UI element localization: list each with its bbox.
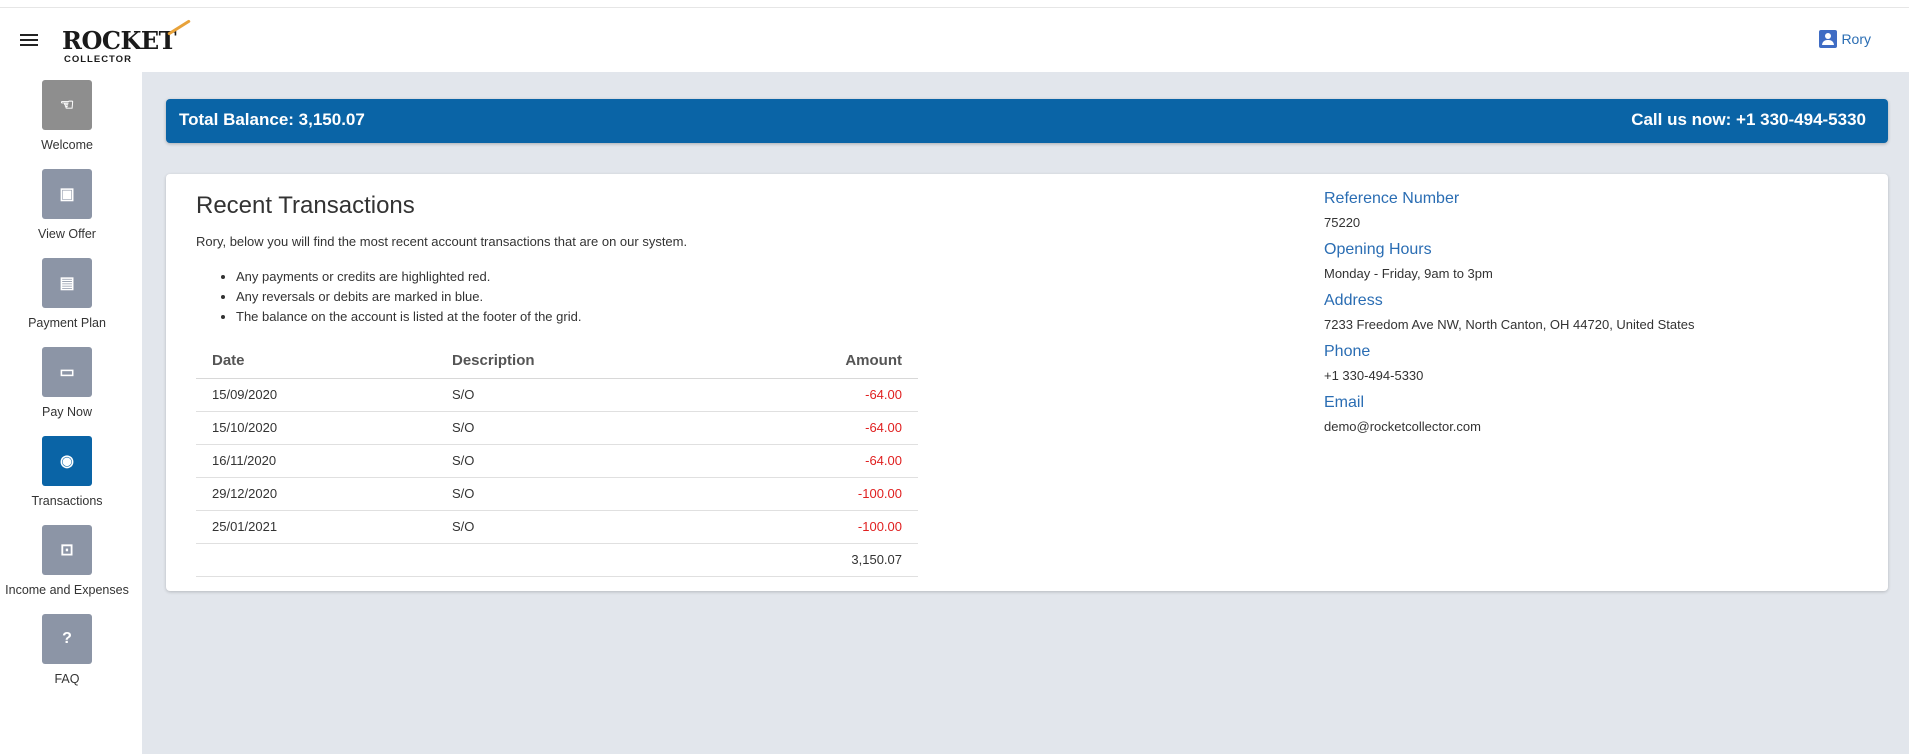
cell-amount: -64.00 (716, 378, 918, 412)
column-header-amount[interactable]: Amount (716, 344, 918, 379)
card-icon: ▤ (42, 258, 92, 308)
sidebar-item-label: Pay Now (41, 405, 93, 419)
user-name: Rory (1841, 31, 1871, 47)
cell-amount: -100.00 (716, 477, 918, 511)
hamburger-menu-icon[interactable] (20, 31, 44, 51)
column-header-date[interactable]: Date (196, 344, 436, 379)
table-row: 29/12/2020 S/O -100.00 (196, 477, 918, 511)
person-circle-icon: ◉ (42, 436, 92, 486)
cell-description: S/O (436, 510, 716, 544)
sidebar-item-label: Payment Plan (28, 316, 106, 330)
cell-description: S/O (436, 444, 716, 478)
cell-description: S/O (436, 477, 716, 511)
logo-sub-text: COLLECTOR (64, 54, 132, 65)
app-header: ROCKET COLLECTOR Rory (0, 8, 1909, 72)
table-row: 16/11/2020 S/O -64.00 (196, 444, 918, 478)
sidebar-item-transactions[interactable]: ◉ Transactions (0, 436, 134, 508)
sidebar-item-label: Transactions (31, 494, 103, 508)
table-row: 25/01/2021 S/O -100.00 (196, 510, 918, 544)
handshake-icon: ☜ (42, 80, 92, 130)
sidebar-item-faq[interactable]: ? FAQ (0, 614, 134, 686)
payment-card-icon: ▭ (42, 347, 92, 397)
reference-number-value: 75220 (1324, 215, 1361, 230)
top-border (0, 0, 1909, 8)
cell-amount: -64.00 (716, 411, 918, 445)
sidebar-item-label: FAQ (54, 672, 80, 686)
cell-date: 15/10/2020 (196, 411, 436, 445)
email-label: Email (1324, 394, 1365, 411)
cell-date: 29/12/2020 (196, 477, 436, 511)
cell-amount: -64.00 (716, 444, 918, 478)
footer-empty-cell (196, 543, 436, 577)
table-row: 15/10/2020 S/O -64.00 (196, 411, 918, 445)
transactions-card: Recent Transactions Rory, below you will… (166, 174, 1888, 591)
sidebar-item-welcome[interactable]: ☜ Welcome (0, 80, 134, 152)
sidebar-item-label: Income and Expenses (5, 583, 129, 597)
sidebar-item-payment-plan[interactable]: ▤ Payment Plan (0, 258, 134, 330)
phone-value[interactable]: +1 330-494-5330 (1324, 364, 1844, 394)
list-item: The balance on the account is listed at … (236, 309, 581, 324)
table-header-row: Date Description Amount (196, 344, 918, 379)
address-label: Address (1324, 292, 1383, 309)
address-value: 7233 Freedom Ave NW, North Canton, OH 44… (1324, 317, 1695, 332)
opening-hours-label: Opening Hours (1324, 241, 1432, 258)
sidebar-item-label: View Offer (38, 227, 96, 241)
table-row: 15/09/2020 S/O -64.00 (196, 378, 918, 412)
phone-label: Phone (1324, 343, 1371, 360)
table-footer-row: 3,150.07 (196, 543, 918, 577)
briefcase-icon: ▣ (42, 169, 92, 219)
user-menu[interactable]: Rory (1819, 30, 1871, 48)
money-icon: ⊡ (42, 525, 92, 575)
help-icon: ? (42, 614, 92, 664)
sidebar-item-view-offer[interactable]: ▣ View Offer (0, 169, 134, 241)
intro-text: Rory, below you will find the most recen… (196, 234, 688, 249)
logo-main-text: ROCKET (62, 26, 176, 55)
sidebar-nav: ☜ Welcome ▣ View Offer ▤ Payment Plan ▭ … (0, 72, 142, 754)
balance-banner: Total Balance: 3,150.07 Call us now: +1 … (166, 99, 1888, 143)
footer-empty-cell (436, 543, 716, 577)
page-title: Recent Transactions (196, 192, 415, 219)
cell-date: 15/09/2020 (196, 378, 436, 412)
total-balance: Total Balance: 3,150.07 (179, 110, 365, 129)
call-us-number[interactable]: Call us now: +1 330-494-5330 (1631, 110, 1866, 130)
list-item: Any reversals or debits are marked in bl… (236, 289, 581, 304)
account-box-icon (1819, 30, 1838, 48)
column-header-description[interactable]: Description (436, 344, 716, 379)
opening-hours-value: Monday - Friday, 9am to 3pm (1324, 266, 1493, 281)
reference-number-label: Reference Number (1324, 190, 1460, 207)
sidebar-item-pay-now[interactable]: ▭ Pay Now (0, 347, 134, 419)
transactions-table: Date Description Amount 15/09/2020 S/O -… (196, 344, 918, 577)
list-item: Any payments or credits are highlighted … (236, 269, 581, 284)
sidebar-item-label: Welcome (41, 138, 93, 152)
cell-date: 16/11/2020 (196, 444, 436, 478)
cell-description: S/O (436, 378, 716, 412)
account-info-panel: Reference Number 75220 Opening Hours Mon… (1324, 190, 1844, 445)
cell-description: S/O (436, 411, 716, 445)
email-value[interactable]: demo@rocketcollector.com (1324, 415, 1844, 445)
cell-date: 25/01/2021 (196, 510, 436, 544)
footer-balance-total: 3,150.07 (716, 543, 918, 577)
rocket-collector-logo[interactable]: ROCKET COLLECTOR (62, 19, 202, 65)
info-bullets: Any payments or credits are highlighted … (236, 269, 581, 329)
cell-amount: -100.00 (716, 510, 918, 544)
sidebar-item-income-expenses[interactable]: ⊡ Income and Expenses (0, 525, 134, 597)
